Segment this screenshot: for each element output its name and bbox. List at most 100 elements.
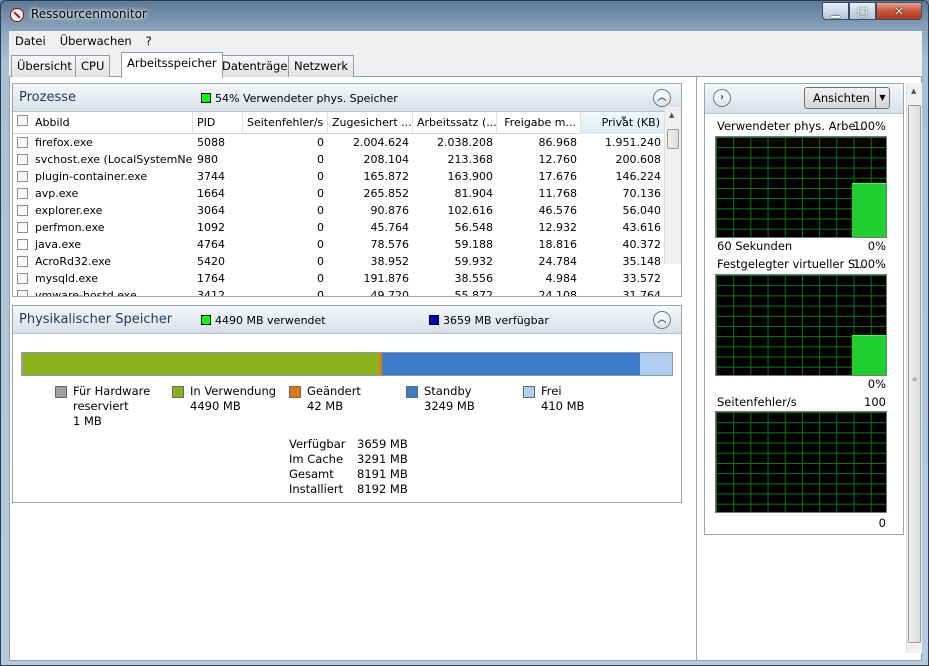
title-bar[interactable]: Ressourcenmonitor ▁ □ ✕ xyxy=(1,1,928,29)
select-all-checkbox[interactable] xyxy=(17,115,28,126)
column-arbeitssatz[interactable]: Arbeitssatz (... xyxy=(413,112,497,134)
tab-arbeitsspeicher[interactable]: Arbeitsspeicher xyxy=(121,52,223,78)
window: Ressourcenmonitor ▁ □ ✕ Datei Überwachen… xyxy=(0,0,929,666)
left-pane: Prozesse 54% Verwendeter phys. Speicher … xyxy=(12,83,682,505)
graph2-max: 100% xyxy=(853,257,886,271)
table-cell: 38.556 xyxy=(454,272,494,285)
scroll-up-icon[interactable]: ▲ xyxy=(911,87,916,95)
table-cell: 4764 xyxy=(197,238,225,251)
legend-standby: Standby 3249 MB xyxy=(406,384,475,414)
physical-memory-title: Physikalischer Speicher xyxy=(19,312,173,327)
row-checkbox[interactable] xyxy=(17,239,28,250)
row-checkbox[interactable] xyxy=(17,171,28,182)
physical-memory-header[interactable]: Physikalischer Speicher 4490 MB verwende… xyxy=(13,306,681,334)
table-row[interactable]: avp.exe 1664 0 265.852 81.904 11.768 70.136 xyxy=(13,185,681,202)
table-cell: 18.816 xyxy=(538,238,578,251)
tab-netzwerk[interactable]: Netzwerk xyxy=(288,55,355,77)
tab-uebersicht[interactable]: Übersicht xyxy=(11,55,78,77)
table-row[interactable]: java.exe 4764 0 78.576 59.188 18.816 40.372 xyxy=(13,236,681,253)
row-checkbox[interactable] xyxy=(17,137,28,148)
graph-pane-header: › Ansichten ▼ xyxy=(705,84,903,114)
row-checkbox[interactable] xyxy=(17,273,28,284)
maximize-button[interactable]: □ xyxy=(849,2,876,20)
memory-used-text: 4490 MB verwendet xyxy=(215,314,326,327)
row-checkbox[interactable] xyxy=(17,256,28,267)
tab-datentraeger[interactable]: Datenträger xyxy=(216,55,299,77)
row-checkbox[interactable] xyxy=(17,222,28,233)
row-checkbox[interactable] xyxy=(17,290,28,296)
table-row[interactable]: firefox.exe 5088 0 2.004.624 2.038.208 86.968… xyxy=(13,134,681,151)
processes-info: 54% Verwendeter phys. Speicher xyxy=(201,92,398,105)
table-row[interactable]: perfmon.exe 1092 0 45.764 56.548 12.932 43.616 xyxy=(13,219,681,236)
table-cell: 208.104 xyxy=(363,153,410,166)
legend-swatch xyxy=(172,386,184,398)
scroll-up-icon[interactable]: ▲ xyxy=(669,111,674,119)
column-privat[interactable]: ▼ Privat (KB) xyxy=(581,112,665,134)
chevron-right-icon[interactable]: › xyxy=(713,89,731,107)
table-cell: java.exe xyxy=(35,238,82,251)
row-checkbox[interactable] xyxy=(17,188,28,199)
table-cell: 165.872 xyxy=(363,170,410,183)
chevron-down-icon[interactable]: ▼ xyxy=(875,88,889,108)
processes-rows: firefox.exe 5088 0 2.004.624 2.038.208 86.968… xyxy=(13,134,681,296)
memory-available-info: 3659 MB verfügbar xyxy=(429,314,549,327)
table-cell: plugin-container.exe xyxy=(35,170,148,183)
table-row[interactable]: explorer.exe 3064 0 90.876 102.616 46.576 56.0… xyxy=(13,202,681,219)
processes-scroll-thumb[interactable] xyxy=(667,129,679,149)
column-seitenfehler[interactable]: Seitenfehler/s xyxy=(243,112,328,134)
pane-divider[interactable] xyxy=(696,77,697,661)
physical-memory-section: Physikalischer Speicher 4490 MB verwende… xyxy=(12,305,682,503)
column-zugesichert[interactable]: Zugesichert ... xyxy=(328,112,413,134)
table-cell: 146.224 xyxy=(615,170,662,183)
table-cell: 40.372 xyxy=(622,238,662,251)
legend-free: Frei 410 MB xyxy=(523,384,584,414)
row-checkbox[interactable] xyxy=(17,154,28,165)
column-abbild[interactable]: Abbild xyxy=(13,112,193,134)
close-button[interactable]: ✕ xyxy=(876,2,922,20)
table-cell: 163.900 xyxy=(447,170,494,183)
processes-header[interactable]: Prozesse 54% Verwendeter phys. Speicher … xyxy=(13,84,681,112)
column-freigabe[interactable]: Freigabe m... xyxy=(497,112,581,134)
column-pid[interactable]: PID xyxy=(193,112,243,134)
table-cell: 12.760 xyxy=(538,153,578,166)
graph3-min: 0 xyxy=(878,516,886,530)
processes-scrollbar[interactable]: ▲ xyxy=(664,107,681,264)
table-cell: 90.876 xyxy=(370,204,410,217)
minimize-button[interactable]: ▁ xyxy=(822,2,849,20)
graph2-fill xyxy=(852,335,886,375)
table-cell: 0 xyxy=(317,187,324,200)
processes-section: Prozesse 54% Verwendeter phys. Speicher … xyxy=(12,83,682,297)
table-cell: 24.108 xyxy=(538,289,578,296)
table-row[interactable]: plugin-container.exe 3744 0 165.872 163.900 1… xyxy=(13,168,681,185)
memory-usage-swatch xyxy=(201,93,211,103)
table-row[interactable]: AcroRd32.exe 5420 0 38.952 59.932 24.784 35.14… xyxy=(13,253,681,270)
menu-help[interactable]: ? xyxy=(146,34,152,48)
graph-pane-scroll-thumb[interactable]: ≡ xyxy=(908,105,921,643)
menu-ueberwachen[interactable]: Überwachen xyxy=(60,34,132,48)
views-dropdown[interactable]: Ansichten ▼ xyxy=(804,87,890,109)
table-cell: 1664 xyxy=(197,187,225,200)
table-row[interactable]: vmware-hostd.exe 3412 0 49.720 55.872 24.108 3… xyxy=(13,287,681,296)
processes-info-text: 54% Verwendeter phys. Speicher xyxy=(215,92,398,105)
tab-cpu[interactable]: CPU xyxy=(75,55,111,77)
table-cell: 49.720 xyxy=(370,289,410,296)
table-row[interactable]: mysqld.exe 1764 0 191.876 38.556 4.984 33.572 xyxy=(13,270,681,287)
table-cell: 200.608 xyxy=(615,153,662,166)
table-cell: 2.004.624 xyxy=(353,136,409,149)
menu-bar: Datei Überwachen ? xyxy=(9,31,922,51)
table-row[interactable]: svchost.exe (LocalSystemNet... 980 0 208.10… xyxy=(13,151,681,168)
collapse-physical-memory-button[interactable]: ︿ xyxy=(653,311,671,329)
table-cell: 1764 xyxy=(197,272,225,285)
collapse-processes-button[interactable]: ︿ xyxy=(653,89,671,107)
legend-hardware-reserved: Für Hardware reserviert 1 MB xyxy=(55,384,150,429)
graph-physical-memory xyxy=(715,136,887,238)
legend-swatch xyxy=(523,386,535,398)
memory-usage-bar xyxy=(21,352,673,376)
row-checkbox[interactable] xyxy=(17,205,28,216)
table-cell: 5088 xyxy=(197,136,225,149)
menu-datei[interactable]: Datei xyxy=(15,34,46,48)
graph-pane-scrollbar[interactable]: ▲ ≡ xyxy=(906,83,922,653)
sort-descending-icon: ▼ xyxy=(621,115,627,123)
table-cell: 35.148 xyxy=(622,255,662,268)
table-cell: avp.exe xyxy=(35,187,79,200)
